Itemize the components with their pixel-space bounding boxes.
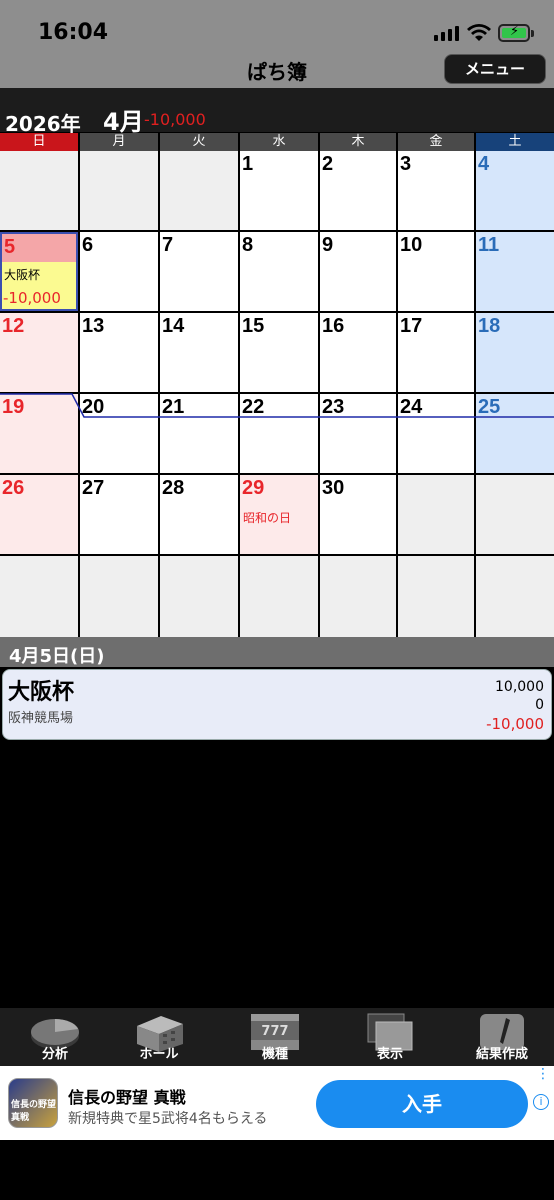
weekday-sun: 日 (0, 133, 78, 151)
amount-balance: -10,000 (486, 715, 544, 733)
ad-subtitle: 新規特典で星5武将4名もらえる (68, 1111, 268, 1127)
detail-date: 4月5日(日) (9, 646, 105, 667)
svg-text:777: 777 (261, 1024, 288, 1039)
tab-label: 分析 (41, 1047, 68, 1062)
weekday-tue: 火 (160, 133, 238, 151)
month-header (0, 88, 554, 132)
ad-title: 信長の野望 真戦 (68, 1088, 186, 1107)
ad-banner[interactable]: 信長の野望 真戦 信長の野望 真戦 新規特典で星5武将4名もらえる 入手 ⋮ i (0, 1066, 554, 1140)
weekday-fri: 金 (398, 133, 474, 151)
calendar-grid: 1 2 3 4 5 大阪杯 -10,000 6 7 8 9 10 11 12 1… (0, 151, 554, 637)
amount-out: 0 (535, 697, 544, 713)
amount-in: 10,000 (495, 679, 544, 695)
tab-label: ホール (139, 1047, 179, 1062)
event-title: 大阪杯 (8, 680, 75, 705)
event-venue: 阪神競馬場 (8, 711, 74, 726)
signal-icon (434, 26, 459, 41)
weekday-mon: 月 (80, 133, 158, 151)
event-card[interactable]: 大阪杯 阪神競馬場 10,000 0 -10,000 (2, 669, 552, 740)
ad-info-icon[interactable]: i (533, 1094, 549, 1110)
ad-app-icon-text: 信長の野望 真戦 (11, 1100, 57, 1123)
tab-label: 機種 (261, 1047, 288, 1062)
ad-install-button[interactable]: 入手 (316, 1080, 528, 1128)
weekday-sat: 土 (476, 133, 554, 151)
tab-hall[interactable]: ホール (104, 1008, 214, 1066)
tab-report[interactable]: 結果作成 (450, 1008, 554, 1066)
month-label[interactable]: 4月 (103, 102, 144, 137)
ad-app-icon: 信長の野望 真戦 (8, 1078, 58, 1128)
tab-machine[interactable]: 777 機種 (220, 1008, 330, 1066)
tab-label: 表示 (376, 1047, 403, 1062)
ad-more-icon[interactable]: ⋮ (536, 1067, 550, 1081)
home-indicator-area (0, 1140, 554, 1200)
wifi-icon (467, 24, 491, 41)
tab-analysis[interactable]: 分析 (0, 1008, 110, 1066)
weekday-thu: 木 (320, 133, 396, 151)
month-total: -10,000 (144, 110, 206, 129)
tab-display[interactable]: 表示 (335, 1008, 445, 1066)
status-time: 16:04 (38, 20, 109, 45)
menu-button[interactable]: メニュー (444, 54, 546, 84)
balance-trend-line (0, 393, 554, 418)
weekday-wed: 水 (240, 133, 318, 151)
battery-icon (498, 24, 534, 42)
tab-label: 結果作成 (475, 1047, 528, 1062)
